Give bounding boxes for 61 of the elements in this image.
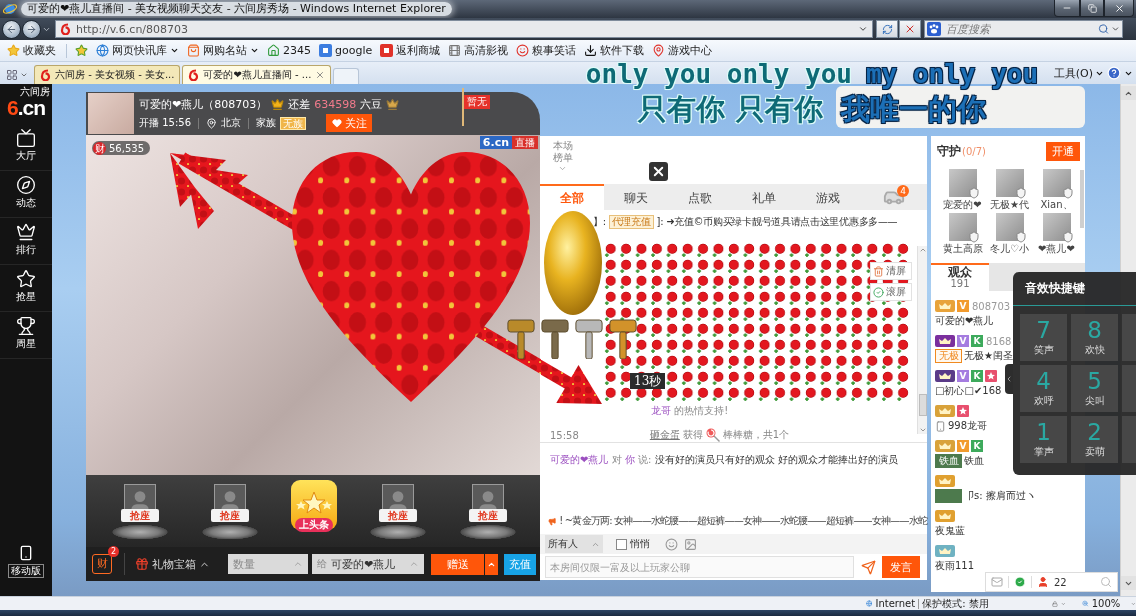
family-tag: 无极	[935, 349, 962, 363]
guard-count: (0/7)	[962, 145, 986, 157]
letter-badge: K	[971, 335, 983, 347]
user-name: 可爱的❤燕儿	[935, 314, 994, 328]
whisper-label: 悄悄	[630, 537, 650, 551]
anchor-name: 可爱的❤燕儿（808703）	[139, 96, 268, 112]
wealth-count: 56,535	[109, 142, 144, 154]
city-label: 北京	[221, 116, 241, 130]
zoom-level: 100%	[1091, 598, 1121, 609]
gap-label: 还差	[288, 96, 311, 112]
user-name: 铁血	[964, 454, 984, 468]
site-logo: 6.cn	[7, 97, 45, 119]
letter-badge: V	[957, 335, 969, 347]
wealth-mark: 财	[93, 141, 106, 155]
letter-badge: K	[971, 370, 983, 382]
user-id: 808703	[972, 300, 1011, 312]
count-badge: 2	[108, 546, 119, 557]
private-message: 可爱的❤燕儿 对 你 说: 没有好的演员只有好的观众 好的观众才能捧出好的演员	[549, 453, 899, 467]
lyric-text: 我唯一的你	[840, 93, 986, 125]
rank-flag: 暂无	[462, 88, 490, 126]
notice-message: 】: 代理充值 ]: ➜充值©币购买绿卡靓号道具请点击这里优惠多多——	[593, 214, 899, 230]
user-id: 8168	[986, 335, 1012, 347]
message-time: 15:58	[550, 429, 579, 441]
guard-name: 黄土高原	[942, 243, 983, 254]
user-name: 夜鬼蓝	[935, 524, 965, 538]
protected-mode-label: 保护模式: 禁用	[922, 596, 989, 611]
brand-label: 6.cn	[479, 136, 512, 149]
popup-title: 音效快捷键	[1025, 280, 1085, 297]
guard-name: ❤燕儿❤	[1038, 243, 1075, 254]
guard-name: 无极★代	[990, 199, 1029, 210]
broadcast-text: ! ~黄金万两: 女神——水蛇腰——超短裤——女神——水蛇腰——超短裤——女神——水蛇	[559, 514, 927, 528]
letter-badge: K	[971, 440, 983, 452]
guard-name: 冬儿♡小	[990, 243, 1029, 254]
online-count: 22	[1054, 576, 1067, 588]
family-label: 家族	[256, 116, 276, 130]
prize-message: 砸金蛋 获得 棒棒糖，共1个	[649, 428, 790, 442]
letter-badge: V	[957, 370, 969, 382]
countdown-label: 13秒	[630, 373, 666, 389]
live-label: 直播	[512, 136, 538, 149]
lyric-text: only you only you	[585, 60, 852, 89]
family-tag: 铁血	[935, 454, 962, 468]
family-tag: 无族	[280, 116, 306, 130]
gap-unit: 六豆	[360, 96, 383, 112]
count-badge: 4	[897, 185, 909, 197]
window-title: 可爱的❤燕儿直播间 - 美女视频聊天交友 - 六间房秀场 - Windows Internet Explorer	[21, 2, 452, 16]
lyric-text: 只有你 只有你	[638, 93, 823, 125]
start-time: 开播 15:56	[139, 116, 191, 130]
guard-name: 宠爱的❤	[943, 199, 982, 210]
logo-caption: 六间房	[20, 87, 50, 97]
user-name: 无极★闺圣	[964, 349, 1013, 363]
letter-badge: V	[957, 440, 969, 452]
user-name: □初心□✔168	[935, 384, 1002, 398]
guard-title: 守护	[937, 142, 961, 160]
gap-value: 634598	[314, 97, 357, 111]
zone-label: Internet	[875, 598, 916, 609]
letter-badge: V	[957, 300, 969, 312]
user-name: 卩s: 擦肩而过ヽ	[964, 489, 1036, 503]
user-name: 夜雨111	[935, 559, 975, 573]
user-name: 998龙哥	[948, 419, 988, 433]
guard-name: Xian、	[1040, 199, 1073, 210]
lyric-text: my only you	[865, 60, 1039, 89]
